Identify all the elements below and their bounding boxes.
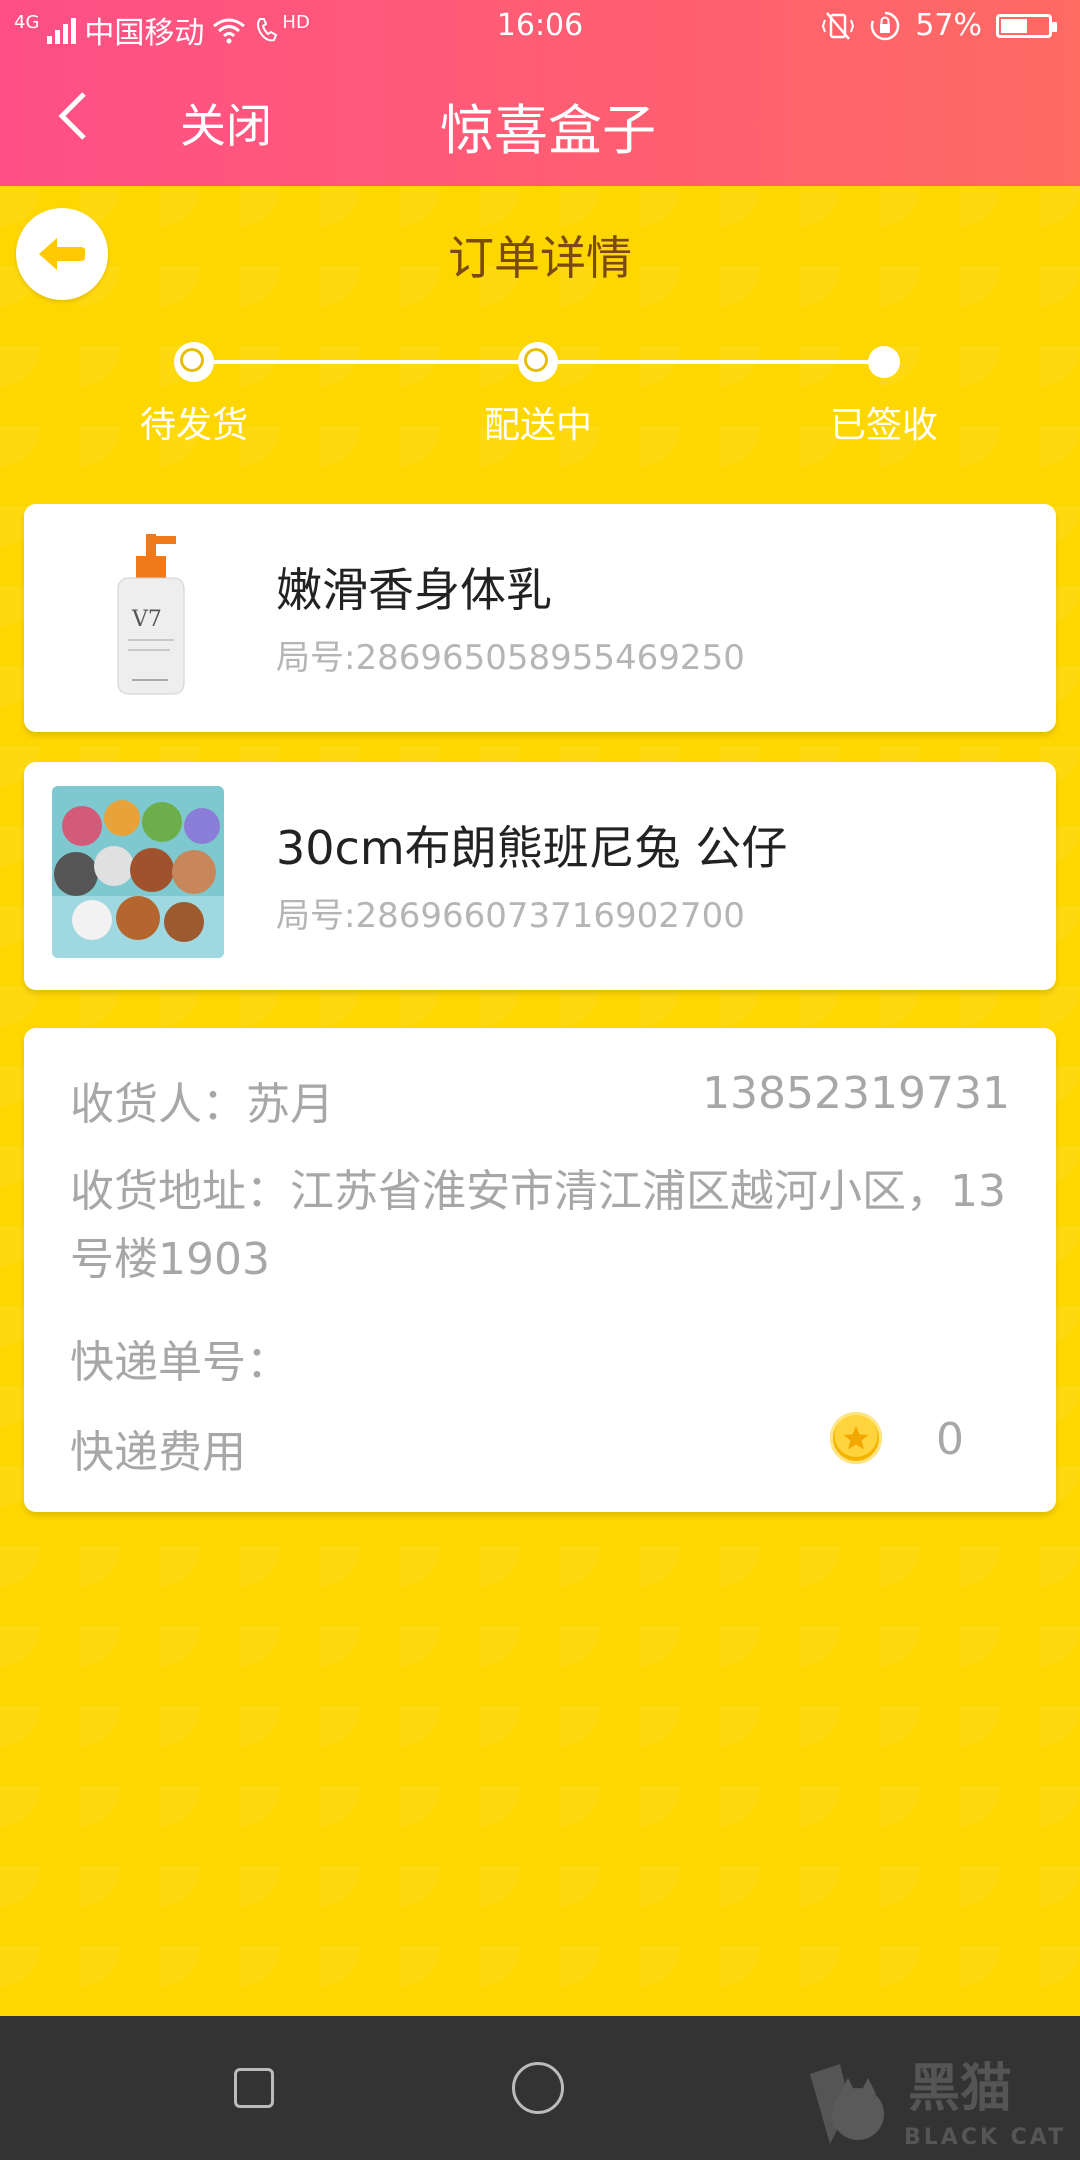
home-button[interactable] xyxy=(512,2062,564,2114)
svg-text:V7: V7 xyxy=(131,607,162,632)
product-number: 局号:286965058955469250 xyxy=(276,638,745,678)
shipping-fee-value: 0 xyxy=(936,1414,964,1465)
battery-percent: 57% xyxy=(915,8,982,43)
top-bar: 4G 中国移动 HD 16:06 57% 关闭 惊喜盒子 xyxy=(0,0,1080,186)
status-bar: 4G 中国移动 HD 16:06 57% xyxy=(0,0,1080,56)
recipient-label: 收货人：苏月 xyxy=(70,1079,334,1130)
section-title: 订单详情 xyxy=(448,231,632,285)
black-cat-watermark: 黑猫 BLACK CAT xyxy=(810,2059,1066,2150)
back-chevron-icon[interactable] xyxy=(48,86,108,146)
product-name: 嫩滑香身体乳 xyxy=(276,563,552,617)
shipping-address: 收货地址：江苏省淮安市清江浦区越河小区，13号楼1903 xyxy=(70,1166,1006,1285)
tracking-number-label: 快递单号： xyxy=(70,1337,290,1388)
plush-toys-image xyxy=(52,786,224,958)
watermark-text-en: BLACK CAT xyxy=(904,2125,1066,2150)
vibrate-icon xyxy=(822,11,855,40)
battery-icon xyxy=(996,13,1057,38)
step-node-pending xyxy=(174,342,214,382)
step-label-received: 已签收 xyxy=(829,405,938,446)
step-node-received xyxy=(868,346,900,378)
watermark-text-cn: 黑猫 xyxy=(908,2059,1012,2119)
product-name: 30cm布朗熊班尼兔 公仔 xyxy=(276,821,788,875)
system-nav-bar: 黑猫 BLACK CAT xyxy=(0,2016,1080,2160)
step-node-shipping xyxy=(518,342,558,382)
product-number: 局号:286966073716902700 xyxy=(276,896,745,936)
shipping-fee-label: 快递费用 xyxy=(70,1427,246,1478)
rotation-lock-icon xyxy=(871,11,900,40)
product-card-plush[interactable]: 30cm布朗熊班尼兔 公仔 局号:286966073716902700 xyxy=(24,762,1056,990)
battery-fill xyxy=(1001,18,1027,33)
page-title: 惊喜盒子 xyxy=(440,99,656,162)
step-label-shipping: 配送中 xyxy=(483,405,592,446)
app-header: 关闭 惊喜盒子 xyxy=(0,56,1080,186)
status-right: 57% xyxy=(821,8,1057,43)
coin-icon xyxy=(830,1412,882,1464)
order-content: 订单详情 待发货 配送中 已签收 V7 嫩滑香身体乳 局号:2869650589… xyxy=(0,186,1080,2016)
product-card-lotion[interactable]: V7 嫩滑香身体乳 局号:286965058955469250 xyxy=(24,504,1056,732)
close-button[interactable]: 关闭 xyxy=(180,90,272,156)
lotion-bottle-image: V7 xyxy=(52,528,224,700)
recipient-phone: 13852319731 xyxy=(702,1068,1010,1119)
recent-apps-button[interactable] xyxy=(234,2068,274,2108)
step-label-pending: 待发货 xyxy=(139,405,248,446)
shipping-info-card: 收货人：苏月 13852319731 收货地址：江苏省淮安市清江浦区越河小区，1… xyxy=(24,1028,1056,1512)
